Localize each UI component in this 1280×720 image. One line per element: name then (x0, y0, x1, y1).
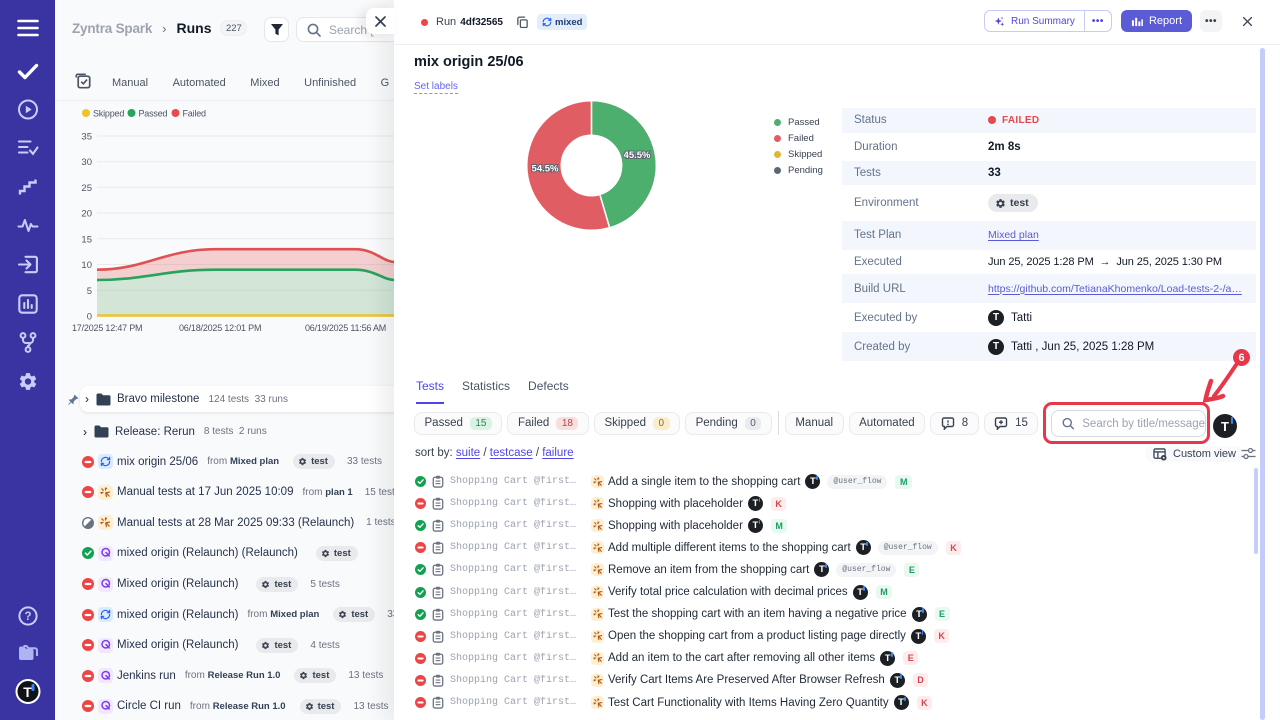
svg-text:54.5%: 54.5% (532, 164, 559, 175)
svg-text:45.5%: 45.5% (624, 150, 651, 161)
svg-text:35: 35 (81, 132, 92, 143)
svg-text:30: 30 (81, 157, 92, 168)
svg-text:Skipped: Skipped (93, 109, 124, 119)
svg-text:17/2025 12:47 PM: 17/2025 12:47 PM (72, 323, 142, 333)
svg-text:25: 25 (81, 183, 92, 194)
svg-text:10: 10 (81, 260, 92, 271)
svg-text:5: 5 (87, 286, 92, 297)
svg-text:06/19/2025 11:56 AM: 06/19/2025 11:56 AM (305, 323, 386, 333)
svg-text:Passed: Passed (139, 109, 168, 119)
svg-text:Failed: Failed (183, 109, 207, 119)
svg-text:06/18/2025 12:01 PM: 06/18/2025 12:01 PM (179, 323, 261, 333)
svg-text:20: 20 (81, 209, 92, 220)
svg-text:0: 0 (87, 312, 92, 323)
svg-text:?: ? (24, 611, 31, 623)
svg-text:15: 15 (81, 234, 92, 245)
